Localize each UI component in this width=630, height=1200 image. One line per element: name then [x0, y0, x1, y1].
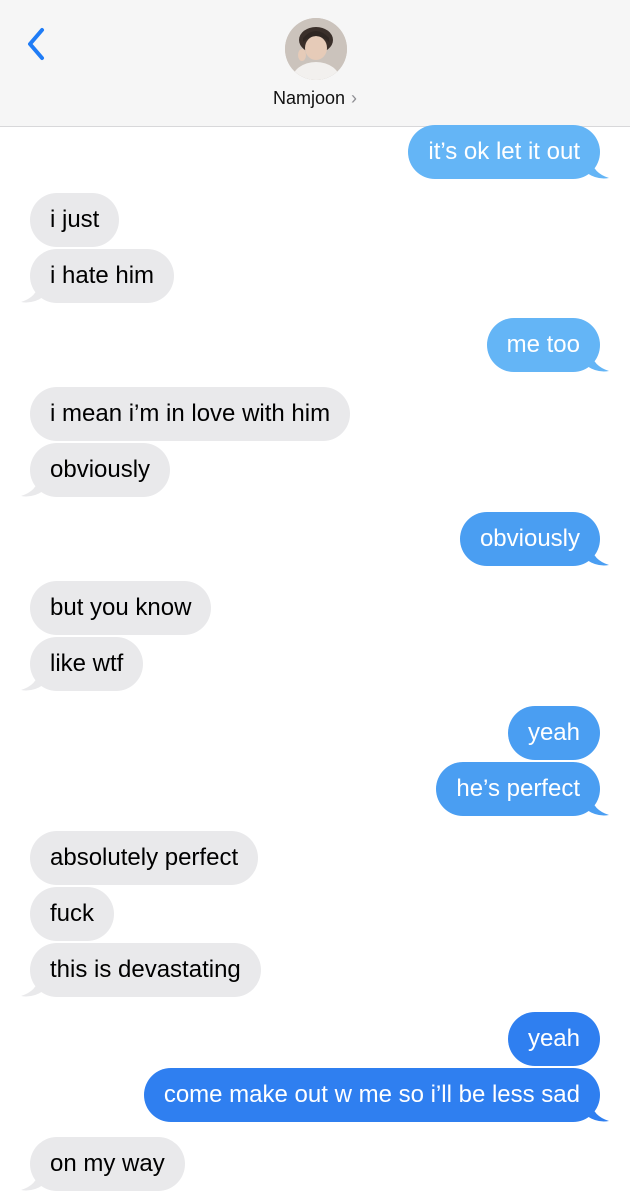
bubble-tail: [21, 671, 43, 691]
message-text: fuck: [50, 900, 95, 927]
chevron-left-icon: [28, 28, 44, 60]
incoming-message-bubble[interactable]: fuck: [30, 887, 115, 941]
outgoing-message-bubble[interactable]: obviously: [459, 512, 609, 566]
message-text: obviously: [50, 456, 151, 483]
contact-name: Namjoon: [272, 88, 346, 108]
message-text: come make out w me so i’ll be less sad: [163, 1081, 580, 1108]
message-text: this is devastating: [50, 956, 241, 983]
outgoing-message-bubble[interactable]: he’s perfect: [436, 762, 609, 816]
outgoing-message-bubble[interactable]: yeah: [507, 1012, 600, 1066]
message-text: yeah: [527, 719, 580, 746]
bubble-tail: [21, 977, 43, 997]
incoming-message-bubble[interactable]: i just: [30, 193, 120, 247]
outgoing-message-bubble[interactable]: it’s ok let it out: [408, 125, 609, 179]
message-text: on my way: [50, 1150, 165, 1177]
incoming-message-bubble[interactable]: but you know: [30, 581, 212, 635]
incoming-message-bubble[interactable]: i mean i’m in love with him: [30, 387, 351, 441]
incoming-message-bubble[interactable]: obviously: [21, 443, 171, 497]
message-text: i hate him: [50, 262, 155, 289]
outgoing-message-bubble[interactable]: come make out w me so i’ll be less sad: [143, 1068, 609, 1122]
message-text: like wtf: [50, 650, 124, 677]
message-text: obviously: [479, 525, 580, 552]
message-text: me too: [506, 331, 580, 358]
chevron-right-icon: ›: [351, 88, 358, 108]
conversation-header: Namjoon ›: [0, 0, 630, 127]
message-text: absolutely perfect: [50, 844, 239, 871]
bubble-tail: [587, 159, 609, 179]
incoming-message-bubble[interactable]: on my way: [21, 1137, 185, 1191]
back-button[interactable]: [20, 24, 56, 64]
message-text: i mean i’m in love with him: [50, 400, 331, 427]
message-text: yeah: [527, 1025, 580, 1052]
message-text: it’s ok let it out: [428, 138, 580, 165]
bubble-tail: [21, 477, 43, 497]
bubble-tail: [587, 352, 609, 372]
avatar-photo: [285, 18, 347, 80]
bubble-tail: [587, 1102, 609, 1122]
incoming-message-bubble[interactable]: i hate him: [21, 249, 175, 303]
message-text: but you know: [50, 594, 192, 621]
bubble-tail: [21, 1171, 43, 1191]
message-text: he’s perfect: [456, 775, 580, 802]
bubble-tail: [587, 796, 609, 816]
incoming-message-bubble[interactable]: this is devastating: [21, 943, 261, 997]
outgoing-message-bubble[interactable]: me too: [486, 318, 609, 372]
message-text: i just: [50, 206, 100, 233]
incoming-message-bubble[interactable]: like wtf: [21, 637, 144, 691]
incoming-message-bubble[interactable]: absolutely perfect: [30, 831, 259, 885]
outgoing-message-bubble[interactable]: yeah: [507, 706, 600, 760]
contact-avatar[interactable]: [285, 18, 347, 80]
contact-name-button[interactable]: Namjoon ›: [0, 88, 630, 109]
bubble-tail: [587, 546, 609, 566]
bubble-tail: [21, 283, 43, 303]
